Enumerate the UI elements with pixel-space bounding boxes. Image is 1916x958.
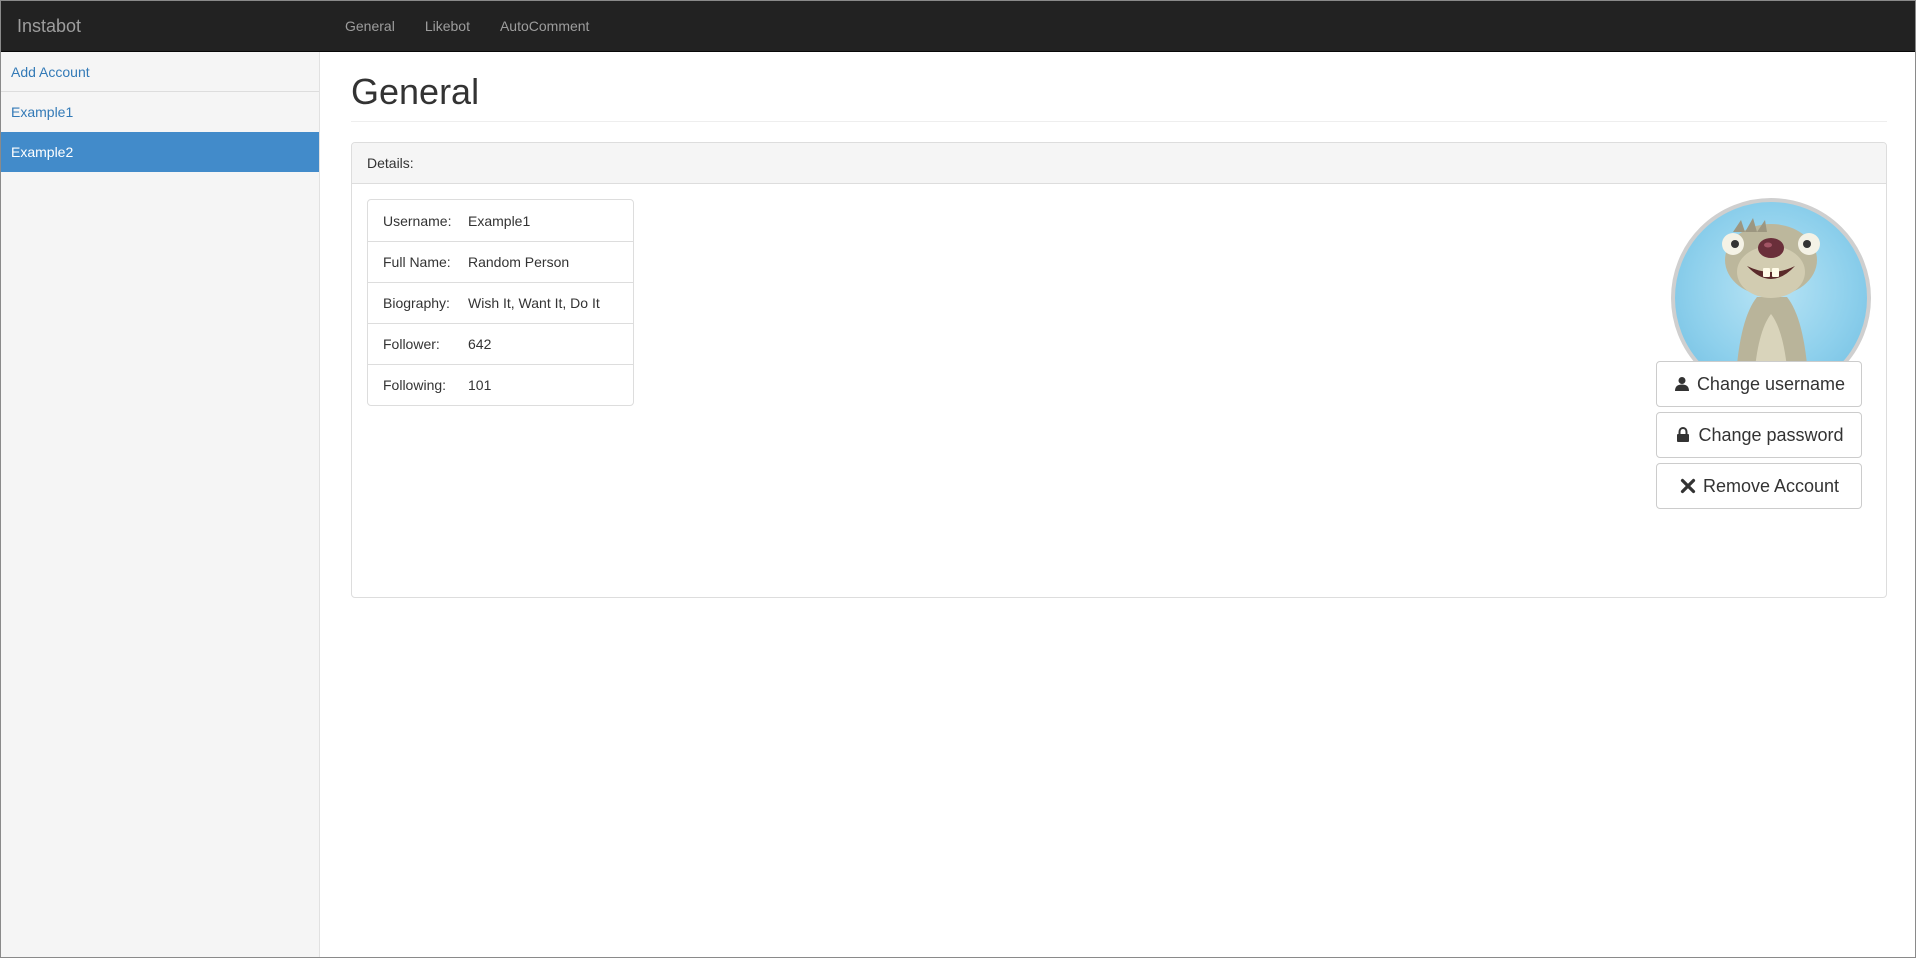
table-row: Following: 101 bbox=[368, 364, 633, 405]
following-label: Following: bbox=[368, 364, 468, 405]
nav-link-general[interactable]: General bbox=[330, 1, 410, 52]
username-value: Example1 bbox=[468, 212, 531, 229]
change-username-label: Change username bbox=[1696, 373, 1846, 394]
nav-link-likebot[interactable]: Likebot bbox=[410, 1, 485, 52]
remove-icon bbox=[1679, 477, 1697, 495]
nav-link-autocomment[interactable]: AutoComment bbox=[485, 1, 604, 52]
panel-heading: Details: bbox=[352, 143, 1886, 184]
full-name-label: Full Name: bbox=[368, 241, 468, 282]
biography-label: Biography: bbox=[368, 282, 468, 323]
change-password-label: Change password bbox=[1698, 424, 1844, 445]
table-row: Full Name: Random Person bbox=[368, 241, 633, 282]
details-panel: Details: Username: Example1 Full Name: R… bbox=[351, 142, 1887, 598]
follower-label: Follower: bbox=[368, 323, 468, 364]
lock-icon bbox=[1674, 426, 1692, 444]
sidebar: Add Account Example1 Example2 bbox=[1, 52, 320, 957]
page-title: General bbox=[351, 71, 480, 112]
username-label: Username: bbox=[383, 212, 452, 229]
main-content: General Details: Username: Example1 Full… bbox=[351, 52, 1887, 598]
biography-value: Wish It, Want It, Do It bbox=[468, 282, 633, 323]
sidebar-item-example2[interactable]: Example2 bbox=[1, 132, 319, 172]
account-list: Add Account Example1 Example2 bbox=[1, 52, 319, 172]
add-account-link[interactable]: Add Account bbox=[1, 52, 319, 92]
details-table: Username: Example1 Full Name: Random Per… bbox=[367, 199, 634, 406]
full-name-value: Random Person bbox=[468, 241, 633, 282]
remove-account-button[interactable]: Remove Account bbox=[1656, 463, 1862, 509]
user-icon bbox=[1673, 375, 1691, 393]
follower-value: 642 bbox=[468, 323, 633, 364]
brand-link[interactable]: Instabot bbox=[17, 1, 81, 52]
top-navbar: Instabot General Likebot AutoComment bbox=[1, 1, 1915, 52]
page-header: General bbox=[351, 72, 1887, 122]
table-row: Username: Example1 bbox=[368, 200, 633, 241]
table-row: Biography: Wish It, Want It, Do It bbox=[368, 282, 633, 323]
change-username-button[interactable]: Change username bbox=[1656, 361, 1862, 407]
nav-links: General Likebot AutoComment bbox=[330, 1, 604, 52]
remove-account-label: Remove Account bbox=[1702, 475, 1840, 496]
table-row: Follower: 642 bbox=[368, 323, 633, 364]
sidebar-item-example1[interactable]: Example1 bbox=[1, 92, 319, 132]
change-password-button[interactable]: Change password bbox=[1656, 412, 1862, 458]
following-value: 101 bbox=[468, 364, 633, 405]
